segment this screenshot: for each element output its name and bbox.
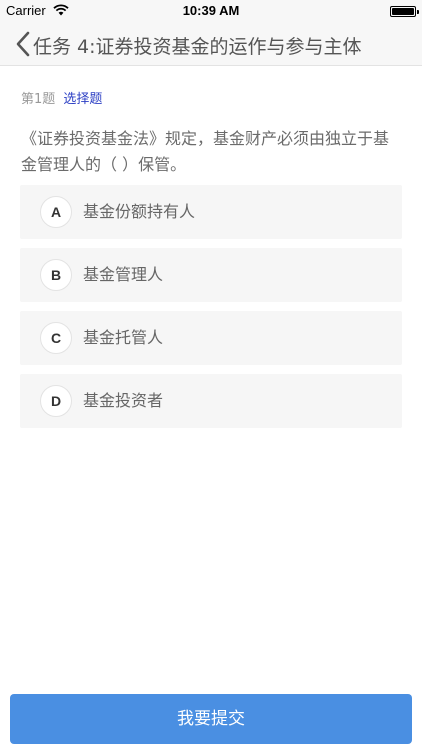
option-b[interactable]: B 基金管理人 — [20, 248, 402, 302]
status-time: 10:39 AM — [182, 3, 240, 18]
option-d[interactable]: D 基金投资者 — [20, 374, 402, 428]
option-text: 基金投资者 — [83, 391, 164, 410]
question-meta: 第1题 选择题 — [21, 88, 102, 107]
option-a[interactable]: A 基金份额持有人 — [20, 185, 402, 239]
option-letter: A — [40, 196, 72, 228]
option-text: 基金托管人 — [83, 328, 164, 347]
option-letter: B — [40, 259, 72, 291]
option-c[interactable]: C 基金托管人 — [20, 311, 402, 365]
question-number: 第1题 — [21, 92, 56, 107]
page-title: 任务 4:证券投资基金的运作与参与主体 — [33, 36, 362, 58]
option-text: 基金份额持有人 — [83, 202, 196, 221]
submit-button[interactable]: 我要提交 — [10, 694, 412, 744]
question-type: 选择题 — [63, 92, 103, 107]
option-letter: D — [40, 385, 72, 417]
nav-bar: 任务 4:证券投资基金的运作与参与主体 — [0, 22, 422, 66]
option-letter: C — [40, 322, 72, 354]
option-text: 基金管理人 — [83, 265, 164, 284]
status-bar: Carrier 10:39 AM — [0, 0, 422, 22]
question-text: 《证券投资基金法》规定，基金财产必须由独立于基金管理人的（ ）保管。 — [21, 129, 390, 174]
battery-icon — [390, 6, 419, 17]
